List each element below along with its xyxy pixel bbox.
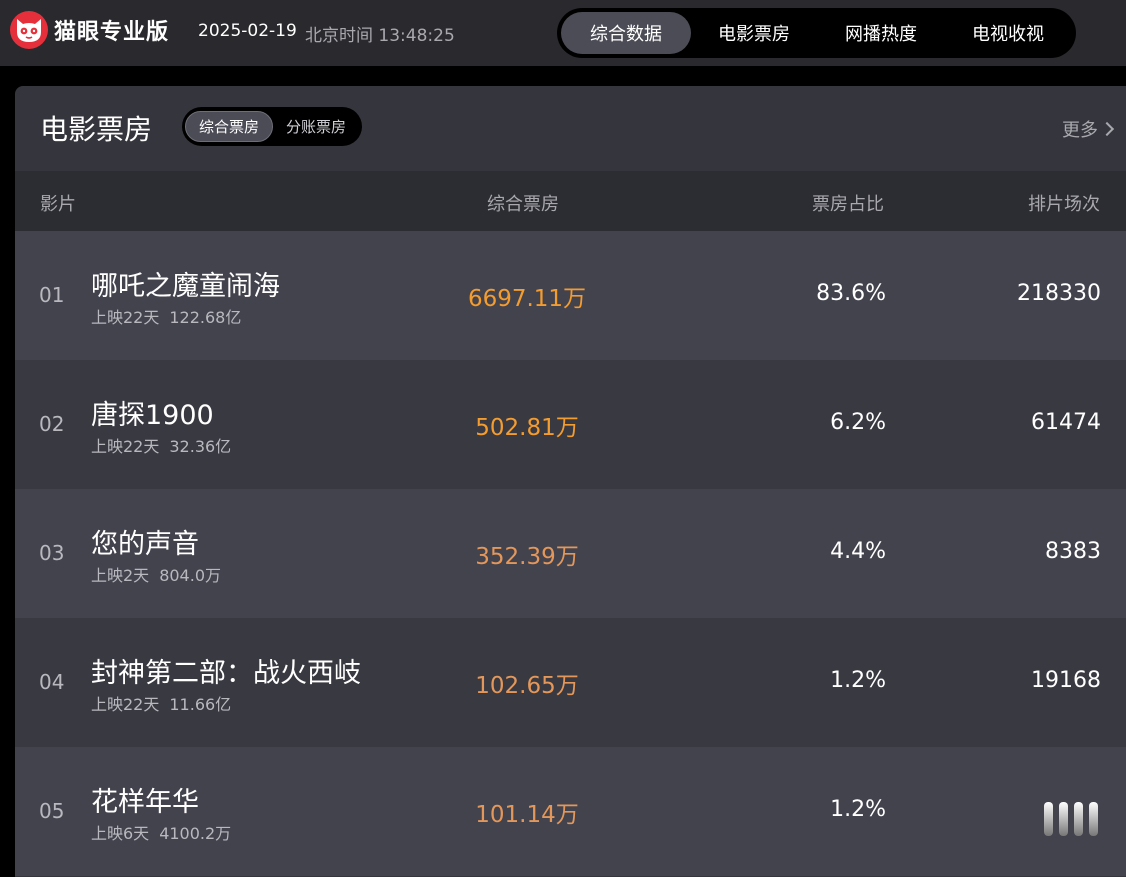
share-value: 6.2% — [830, 410, 886, 435]
row-rank: 03 — [39, 541, 65, 565]
film-title: 唐探1900 — [91, 400, 214, 431]
share-value: 1.2% — [830, 797, 886, 822]
total-gross: 32.36亿 — [169, 437, 232, 456]
tab-tv-ratings[interactable]: 电视收视 — [945, 12, 1071, 54]
column-header-share: 票房占比 — [812, 194, 884, 215]
film-title: 封神第二部：战火西岐 — [91, 658, 361, 689]
beijing-time: 北京时间 13:48:25 — [305, 26, 455, 46]
film-meta: 上映22天 122.68亿 — [91, 304, 241, 328]
total-gross: 122.68亿 — [169, 308, 242, 327]
row-rank: 05 — [39, 799, 65, 823]
table-row[interactable]: 03 您的声音 上映2天 804.0万 352.39万 4.4% 8383 — [15, 489, 1126, 618]
row-rank: 01 — [39, 283, 65, 307]
release-days: 上映6天 — [91, 824, 150, 843]
film-title: 哪吒之魔童闹海 — [91, 271, 280, 302]
shows-loading-bars — [1044, 802, 1098, 836]
box-office-value: 352.39万 — [475, 544, 579, 570]
tab-web-streaming[interactable]: 网播热度 — [817, 12, 945, 54]
release-days: 上映2天 — [91, 566, 150, 585]
shows-value: 8383 — [1045, 539, 1101, 564]
table-row[interactable]: 05 花样年华 上映6天 4100.2万 101.14万 1.2% — [15, 747, 1126, 876]
film-meta: 上映22天 32.36亿 — [91, 433, 231, 457]
tab-overview[interactable]: 综合数据 — [561, 12, 691, 54]
column-header-shows: 排片场次 — [1028, 194, 1100, 215]
share-value: 83.6% — [816, 281, 886, 306]
tab-movie-box-office[interactable]: 电影票房 — [691, 12, 817, 54]
brand-name: 猫眼专业版 — [54, 20, 170, 45]
share-value: 4.4% — [830, 539, 886, 564]
release-days: 上映22天 — [91, 437, 160, 456]
panel-title: 电影票房 — [40, 113, 153, 146]
current-date: 2025-02-19 — [198, 21, 297, 41]
row-rank: 04 — [39, 670, 65, 694]
film-meta: 上映6天 4100.2万 — [91, 820, 231, 844]
film-title: 您的声音 — [91, 529, 199, 560]
total-gross: 804.0万 — [159, 566, 221, 585]
logo[interactable]: 猫眼专业版 — [10, 11, 169, 49]
subtab-combined-box-office[interactable]: 综合票房 — [185, 111, 273, 142]
chevron-right-icon — [1099, 121, 1115, 137]
shows-value: 19168 — [1031, 668, 1101, 693]
box-office-value: 102.65万 — [475, 673, 579, 699]
main-tabs: 综合数据 电影票房 网播热度 电视收视 — [557, 8, 1076, 58]
shows-value: 218330 — [1017, 281, 1101, 306]
more-label: 更多 — [1062, 120, 1098, 141]
release-days: 上映22天 — [91, 308, 160, 327]
box-office-value: 101.14万 — [475, 802, 579, 828]
total-gross: 11.66亿 — [169, 695, 232, 714]
column-header-box-office: 综合票房 — [487, 194, 559, 215]
table-header: 影片 综合票房 票房占比 排片场次 — [15, 171, 1126, 231]
table-row[interactable]: 04 封神第二部：战火西岐 上映22天 11.66亿 102.65万 1.2% 1… — [15, 618, 1126, 747]
box-office-value: 6697.11万 — [467, 286, 587, 312]
film-meta: 上映2天 804.0万 — [91, 562, 221, 586]
row-rank: 02 — [39, 412, 65, 436]
box-office-subtabs: 综合票房 分账票房 — [182, 107, 362, 146]
shows-value: 61474 — [1031, 410, 1101, 435]
box-office-value: 502.81万 — [475, 415, 579, 441]
film-meta: 上映22天 11.66亿 — [91, 691, 231, 715]
column-header-film: 影片 — [40, 194, 76, 215]
subtab-split-box-office[interactable]: 分账票房 — [273, 111, 359, 142]
more-link[interactable]: 更多 — [1062, 116, 1115, 142]
table-row[interactable]: 02 唐探1900 上映22天 32.36亿 502.81万 6.2% 61474 — [15, 360, 1126, 489]
release-days: 上映22天 — [91, 695, 160, 714]
total-gross: 4100.2万 — [159, 824, 232, 843]
top-bar: 猫眼专业版 2025-02-19 北京时间 13:48:25 综合数据 电影票房… — [0, 0, 1126, 66]
film-title: 花样年华 — [91, 787, 199, 818]
cat-logo-icon — [10, 11, 48, 49]
table-row[interactable]: 01 哪吒之魔童闹海 上映22天 122.68亿 6697.11万 83.6% 2… — [15, 231, 1126, 360]
share-value: 1.2% — [830, 668, 886, 693]
box-office-panel: 电影票房 综合票房 分账票房 更多 影片 综合票房 票房占比 排片场次 01 哪… — [15, 86, 1126, 877]
